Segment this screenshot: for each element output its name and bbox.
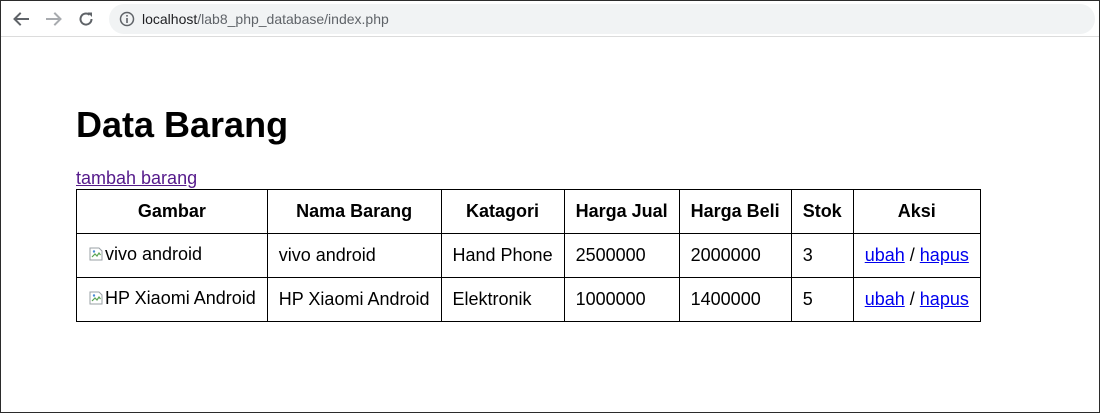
cell-katagori: Elektronik <box>440 277 565 322</box>
delete-link[interactable]: hapus <box>920 289 969 309</box>
header-katagori: Katagori <box>440 189 565 234</box>
cell-stok: 3 <box>790 233 854 278</box>
table-row: vivo android vivo android Hand Phone 250… <box>76 233 981 278</box>
product-image: HP Xiaomi Android <box>88 288 256 309</box>
header-nama-barang: Nama Barang <box>266 189 442 234</box>
cell-stok: 5 <box>790 277 854 322</box>
table-header-row: Gambar Nama Barang Katagori Harga Jual H… <box>76 189 981 234</box>
cell-aksi: ubah / hapus <box>852 277 981 322</box>
forward-arrow-icon <box>46 12 62 26</box>
cell-harga-jual: 1000000 <box>563 277 680 322</box>
header-stok: Stok <box>790 189 854 234</box>
cell-harga-jual: 2500000 <box>563 233 680 278</box>
browser-window: localhost/lab8_php_database/index.php Da… <box>0 0 1100 413</box>
cell-harga-beli: 2000000 <box>678 233 792 278</box>
add-item-link[interactable]: tambah barang <box>76 167 197 189</box>
address-bar[interactable]: localhost/lab8_php_database/index.php <box>109 4 1095 34</box>
cell-harga-beli: 1400000 <box>678 277 792 322</box>
header-gambar: Gambar <box>76 189 268 234</box>
header-harga-jual: Harga Jual <box>563 189 680 234</box>
url-path: /lab8_php_database/index.php <box>197 11 389 27</box>
browser-toolbar: localhost/lab8_php_database/index.php <box>1 1 1099 37</box>
image-alt-text: vivo android <box>105 243 203 264</box>
header-aksi: Aksi <box>852 189 981 234</box>
edit-link[interactable]: ubah <box>865 289 905 309</box>
url-text: localhost/lab8_php_database/index.php <box>142 11 389 27</box>
cell-gambar: vivo android <box>76 233 268 278</box>
product-image: vivo android <box>88 244 202 265</box>
back-arrow-icon <box>13 12 29 26</box>
cell-katagori: Hand Phone <box>440 233 565 278</box>
action-separator: / <box>909 245 915 265</box>
cell-nama: HP Xiaomi Android <box>266 277 442 322</box>
page-title: Data Barang <box>76 104 289 145</box>
cell-nama: vivo android <box>266 233 442 278</box>
forward-button[interactable] <box>43 8 65 30</box>
table-row: HP Xiaomi Android HP Xiaomi Android Elek… <box>76 277 981 322</box>
delete-link[interactable]: hapus <box>920 245 969 265</box>
action-separator: / <box>909 289 915 309</box>
reload-icon <box>79 12 93 26</box>
url-host: localhost <box>142 11 198 27</box>
broken-image-icon <box>89 291 103 305</box>
edit-link[interactable]: ubah <box>865 245 905 265</box>
image-alt-text: HP Xiaomi Android <box>105 287 256 308</box>
broken-image-icon <box>89 247 103 261</box>
reload-button[interactable] <box>75 8 97 30</box>
cell-gambar: HP Xiaomi Android <box>76 277 268 322</box>
cell-aksi: ubah / hapus <box>852 233 981 278</box>
info-icon[interactable] <box>119 11 135 27</box>
items-table: Gambar Nama Barang Katagori Harga Jual H… <box>76 189 981 322</box>
header-harga-beli: Harga Beli <box>678 189 792 234</box>
back-button[interactable] <box>10 8 32 30</box>
